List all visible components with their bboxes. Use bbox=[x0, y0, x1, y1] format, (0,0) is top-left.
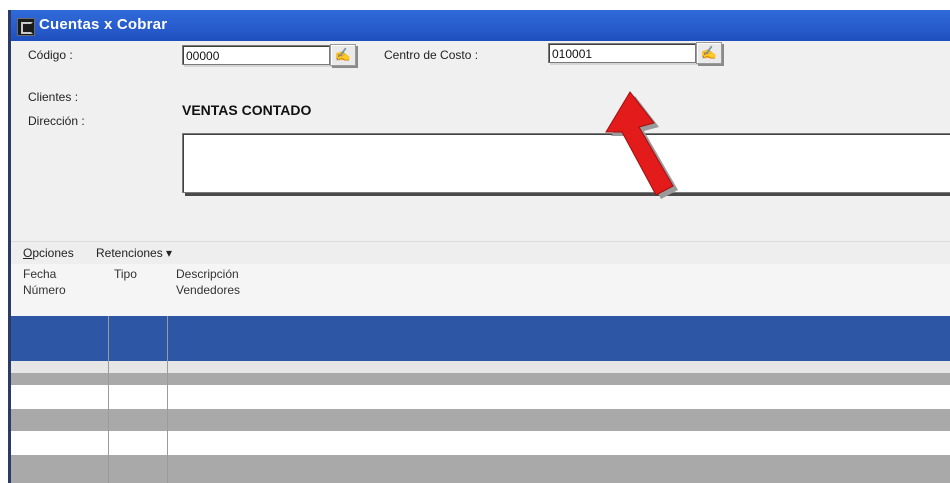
header-tipo-label: Tipo bbox=[114, 267, 137, 281]
title-bar[interactable]: Cuentas x Cobrar bbox=[11, 10, 950, 41]
column-divider bbox=[167, 316, 168, 483]
centro-costo-label: Centro de Costo : bbox=[384, 48, 479, 62]
grid-header: Fecha Número Tipo Descripción Vendedores bbox=[11, 264, 950, 317]
codigo-label: Código : bbox=[28, 48, 73, 62]
codigo-lookup-button[interactable]: ✍ bbox=[330, 44, 356, 66]
table-row[interactable] bbox=[11, 409, 950, 431]
header-tipo[interactable]: Tipo bbox=[114, 266, 137, 282]
header-descripcion: Descripción bbox=[176, 267, 239, 281]
menu-bar: Opciones Retenciones ▾ bbox=[11, 241, 950, 264]
header-descripcion-vendedores[interactable]: Descripción Vendedores bbox=[176, 266, 240, 298]
menu-opciones[interactable]: Opciones bbox=[23, 246, 74, 260]
table-row-selected[interactable] bbox=[11, 316, 950, 361]
header-fecha: Fecha bbox=[23, 267, 57, 281]
lookup-icon: ✍ bbox=[700, 45, 718, 60]
column-divider bbox=[108, 316, 109, 483]
centro-costo-input[interactable]: 010001 bbox=[548, 43, 696, 63]
table-row[interactable] bbox=[11, 373, 950, 385]
menu-retenciones[interactable]: Retenciones ▾ bbox=[96, 246, 172, 260]
data-grid[interactable] bbox=[11, 316, 950, 483]
header-numero: Número bbox=[23, 283, 66, 297]
window-title: Cuentas x Cobrar bbox=[39, 16, 168, 33]
header-form: Código : 00000 ✍ Centro de Costo : 01000… bbox=[11, 41, 950, 241]
centro-costo-lookup-button[interactable]: ✍ bbox=[696, 42, 722, 64]
cuentas-por-cobrar-window: Cuentas x Cobrar Código : 00000 ✍ Centro… bbox=[8, 10, 950, 483]
table-row[interactable] bbox=[11, 385, 950, 409]
header-vendedores: Vendedores bbox=[176, 283, 241, 297]
table-row[interactable] bbox=[11, 431, 950, 455]
table-row[interactable] bbox=[11, 455, 950, 483]
app-icon bbox=[17, 18, 35, 36]
direccion-textarea[interactable] bbox=[182, 133, 950, 193]
lookup-icon: ✍ bbox=[334, 47, 352, 62]
clientes-label: Clientes : bbox=[28, 90, 79, 104]
client-name-value: VENTAS CONTADO bbox=[182, 102, 312, 118]
header-fecha-numero[interactable]: Fecha Número bbox=[23, 266, 66, 298]
table-row[interactable] bbox=[11, 361, 950, 373]
direccion-label: Dirección : bbox=[28, 114, 85, 128]
codigo-input[interactable]: 00000 bbox=[182, 45, 330, 65]
